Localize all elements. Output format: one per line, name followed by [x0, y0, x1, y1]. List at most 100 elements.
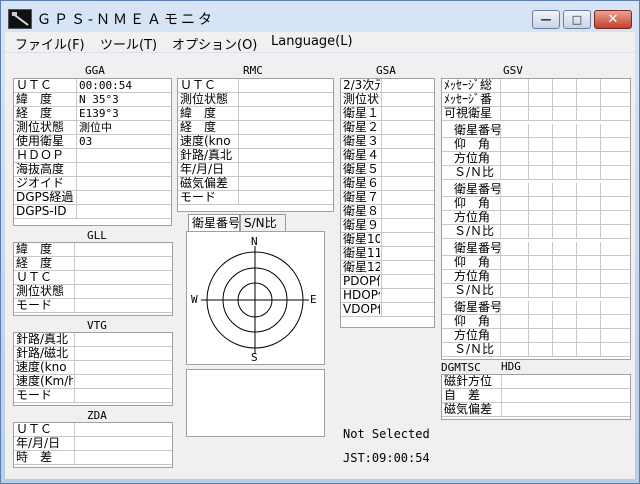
gsa-row: HDOP値 [341, 289, 434, 303]
rmc-row: 経 度 [178, 121, 333, 135]
row-label: DGPS-ID [16, 205, 67, 218]
row-label: ＵＴＣ [180, 79, 217, 92]
column-divider [576, 93, 577, 106]
gll-panel: 緯 度経 度 ＵＴＣ 測位状態 モード [13, 242, 173, 316]
column-divider [552, 79, 553, 92]
column-divider [381, 205, 382, 218]
column-divider [600, 197, 601, 210]
row-value: 03 [79, 135, 93, 148]
column-divider [528, 242, 529, 255]
row-label: 使用衛星 [16, 135, 65, 148]
column-divider [576, 197, 577, 210]
gsa-row: 衛星10 [341, 233, 434, 247]
menu-bar: ファイル(F) ツール(T) オプション(O) Language(L) [5, 32, 635, 53]
column-divider [552, 197, 553, 210]
title-bar[interactable]: ＧＰＳ-ＮＭＥＡモニタ — □ ✕ [1, 1, 639, 33]
column-divider [381, 275, 382, 288]
minimize-button[interactable]: — [532, 10, 560, 29]
gsv-satellite-row: Ｓ/Ｎ比 [442, 166, 630, 180]
menu-options[interactable]: オプション(O) [172, 34, 257, 53]
rmc-row: 年/月/日 [178, 163, 333, 177]
tab-sn-ratio[interactable]: S/N比 [240, 214, 286, 231]
column-divider [500, 242, 501, 255]
gga-row: 経 度 E139°3 [14, 107, 171, 121]
gga-title: GGA [85, 64, 105, 77]
row-label: ＨＤＯＰ [16, 149, 65, 162]
row-label: 針路/磁北 [16, 347, 69, 360]
zda-panel: ＵＴＣ 年/月/日時 差 [13, 422, 173, 468]
column-divider [381, 79, 382, 92]
column-divider [576, 284, 577, 297]
column-divider [381, 135, 382, 148]
menu-file[interactable]: ファイル(F) [15, 34, 85, 53]
gsa-panel: 2/3次元測位状況衛星１衛星２衛星３衛星４衛星５衛星６衛星７衛星８衛星９衛星10… [340, 78, 435, 328]
column-divider [528, 284, 529, 297]
row-label: 緯 度 [180, 107, 217, 120]
gsv-satellite-row: 方位角 [442, 329, 630, 343]
column-divider [528, 152, 529, 165]
tab-satellite-number[interactable]: 衛星番号 [188, 214, 240, 231]
menu-language[interactable]: Language(L) [271, 34, 353, 49]
gsv-satellite-row: 仰 角 [442, 138, 630, 152]
column-divider [600, 211, 601, 224]
column-divider [74, 361, 75, 374]
column-divider [500, 225, 501, 238]
column-divider [500, 183, 501, 196]
row-label: 衛星９ [343, 219, 380, 232]
column-divider [552, 124, 553, 137]
gga-panel: ＵＴＣ 00:00:54 緯 度 N 35°3 経 度 E139°3 測位状態 測位中 使用衛星… [13, 78, 172, 226]
client-area: GGA ＵＴＣ 00:00:54 緯 度N 35°3 経 度 E139°3 測位状態 測位中… [5, 53, 635, 479]
column-divider [576, 211, 577, 224]
close-button[interactable]: ✕ [594, 10, 632, 29]
row-label: 衛星５ [343, 163, 380, 176]
column-divider [576, 79, 577, 92]
column-divider [528, 256, 529, 269]
rmc-row: 速度(kno [178, 135, 333, 149]
column-divider [500, 315, 501, 328]
column-divider [528, 225, 529, 238]
column-divider [76, 107, 77, 120]
column-divider [381, 121, 382, 134]
row-label: 衛星１ [343, 107, 380, 120]
compass-south-label: S [251, 351, 258, 364]
gsa-row: 衛星１ [341, 107, 434, 121]
column-divider [500, 152, 501, 165]
column-divider [76, 121, 77, 134]
minimize-icon: — [540, 13, 552, 26]
column-divider [552, 315, 553, 328]
column-divider [576, 183, 577, 196]
main-window: ＧＰＳ-ＮＭＥＡモニタ — □ ✕ ファイル(F) ツール(T) オプション(O… [0, 0, 640, 484]
row-label: PDOP値 [343, 275, 380, 288]
gsv-satellite-row: 仰 角 [442, 197, 630, 211]
column-divider [76, 135, 77, 148]
column-divider [576, 315, 577, 328]
menu-tools[interactable]: ツール(T) [100, 34, 157, 53]
gsv-satellite-row: 方位角 [442, 152, 630, 166]
maximize-icon: □ [571, 13, 583, 26]
gsa-row: 衛星４ [341, 149, 434, 163]
column-divider [528, 79, 529, 92]
row-label: ﾒｯｾｰｼﾞ番 [444, 93, 493, 106]
gsa-row: 衛星11 [341, 247, 434, 261]
column-divider [238, 93, 239, 106]
column-divider [381, 233, 382, 246]
column-divider [76, 177, 77, 190]
column-divider [381, 303, 382, 316]
column-divider [552, 284, 553, 297]
column-divider [381, 163, 382, 176]
gga-row: DGPS経過 [14, 191, 171, 205]
column-divider [552, 93, 553, 106]
column-divider [528, 166, 529, 179]
gsa-row: 衛星７ [341, 191, 434, 205]
row-label: 磁気偏差 [180, 177, 229, 190]
row-label: 衛星７ [343, 191, 380, 204]
maximize-button[interactable]: □ [563, 10, 591, 29]
row-label: 時 差 [16, 451, 53, 464]
column-divider [500, 301, 501, 314]
column-divider [600, 183, 601, 196]
column-divider [552, 270, 553, 283]
gsv-satellite-row: 仰 角 [442, 256, 630, 270]
column-divider [600, 315, 601, 328]
hdg-row: 自 差 [442, 389, 630, 403]
column-divider [576, 270, 577, 283]
